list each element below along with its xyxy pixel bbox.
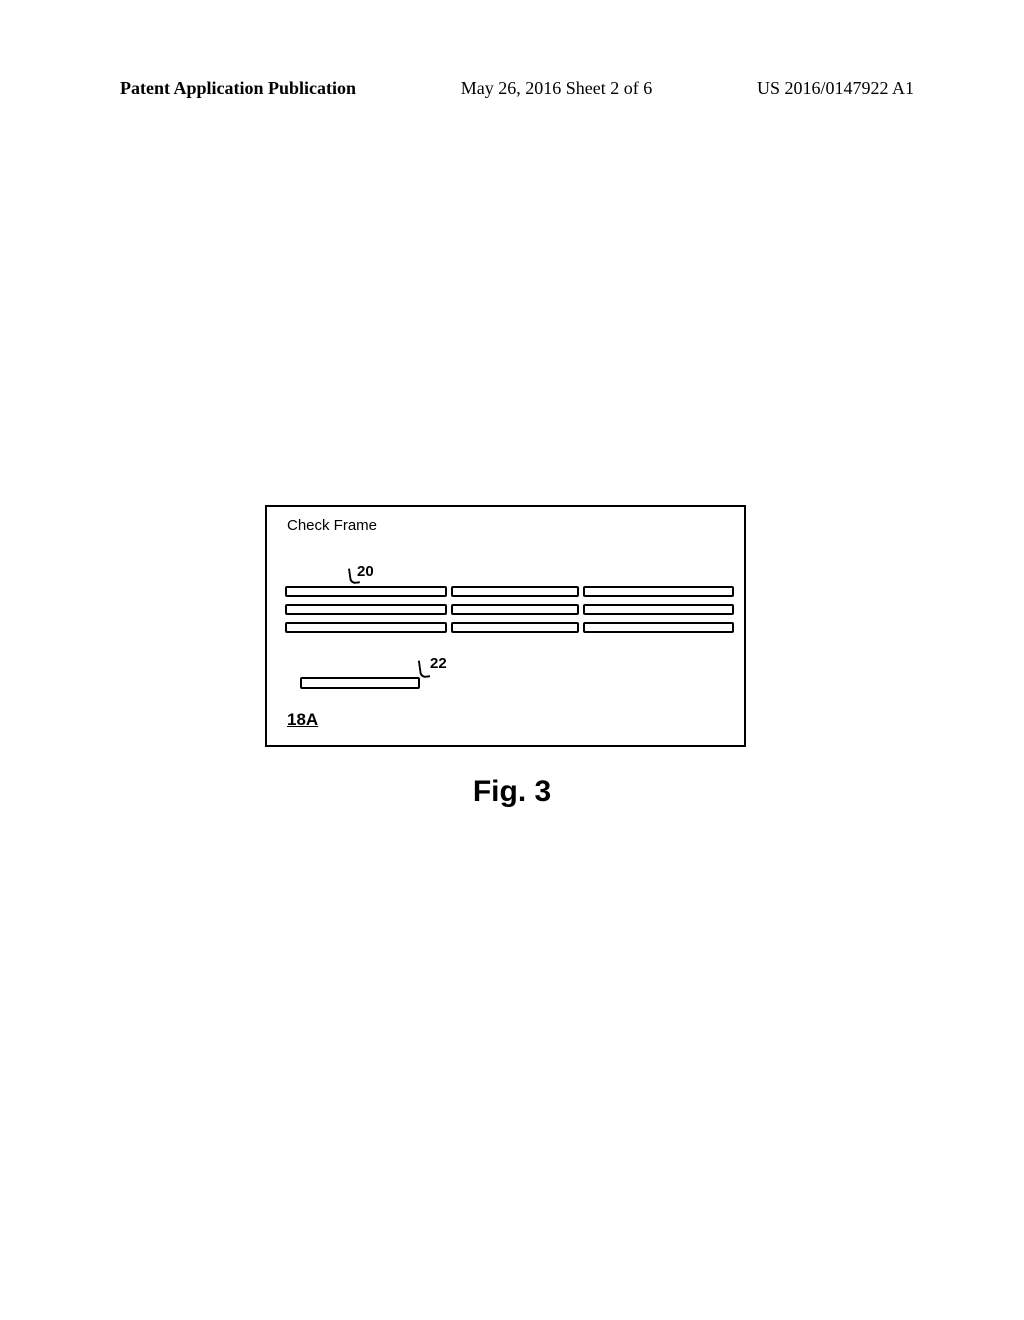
table-row <box>285 604 734 615</box>
table-row <box>285 622 734 633</box>
leader-line-22 <box>418 659 430 678</box>
grid-cell <box>285 604 447 615</box>
header-center: May 26, 2016 Sheet 2 of 6 <box>461 78 652 99</box>
header-left: Patent Application Publication <box>120 78 356 99</box>
reference-label-20: 20 <box>357 563 374 580</box>
grid-cell <box>285 586 447 597</box>
grid-cell <box>451 604 579 615</box>
grid-cell <box>451 586 579 597</box>
grid-cell <box>583 622 734 633</box>
figure-frame: Check Frame 20 22 18A <box>265 505 746 747</box>
grid-cell <box>451 622 579 633</box>
page-header: Patent Application Publication May 26, 2… <box>0 78 1024 99</box>
figure-caption: Fig. 3 <box>0 775 1024 809</box>
grid-table <box>285 586 734 640</box>
table-row <box>285 586 734 597</box>
grid-cell <box>583 604 734 615</box>
grid-cell <box>583 586 734 597</box>
box-title: Check Frame <box>287 517 377 534</box>
header-right: US 2016/0147922 A1 <box>757 78 914 99</box>
small-element-box <box>300 677 420 689</box>
grid-cell <box>285 622 447 633</box>
reference-label-18a: 18A <box>287 710 318 730</box>
reference-label-22: 22 <box>430 655 447 672</box>
